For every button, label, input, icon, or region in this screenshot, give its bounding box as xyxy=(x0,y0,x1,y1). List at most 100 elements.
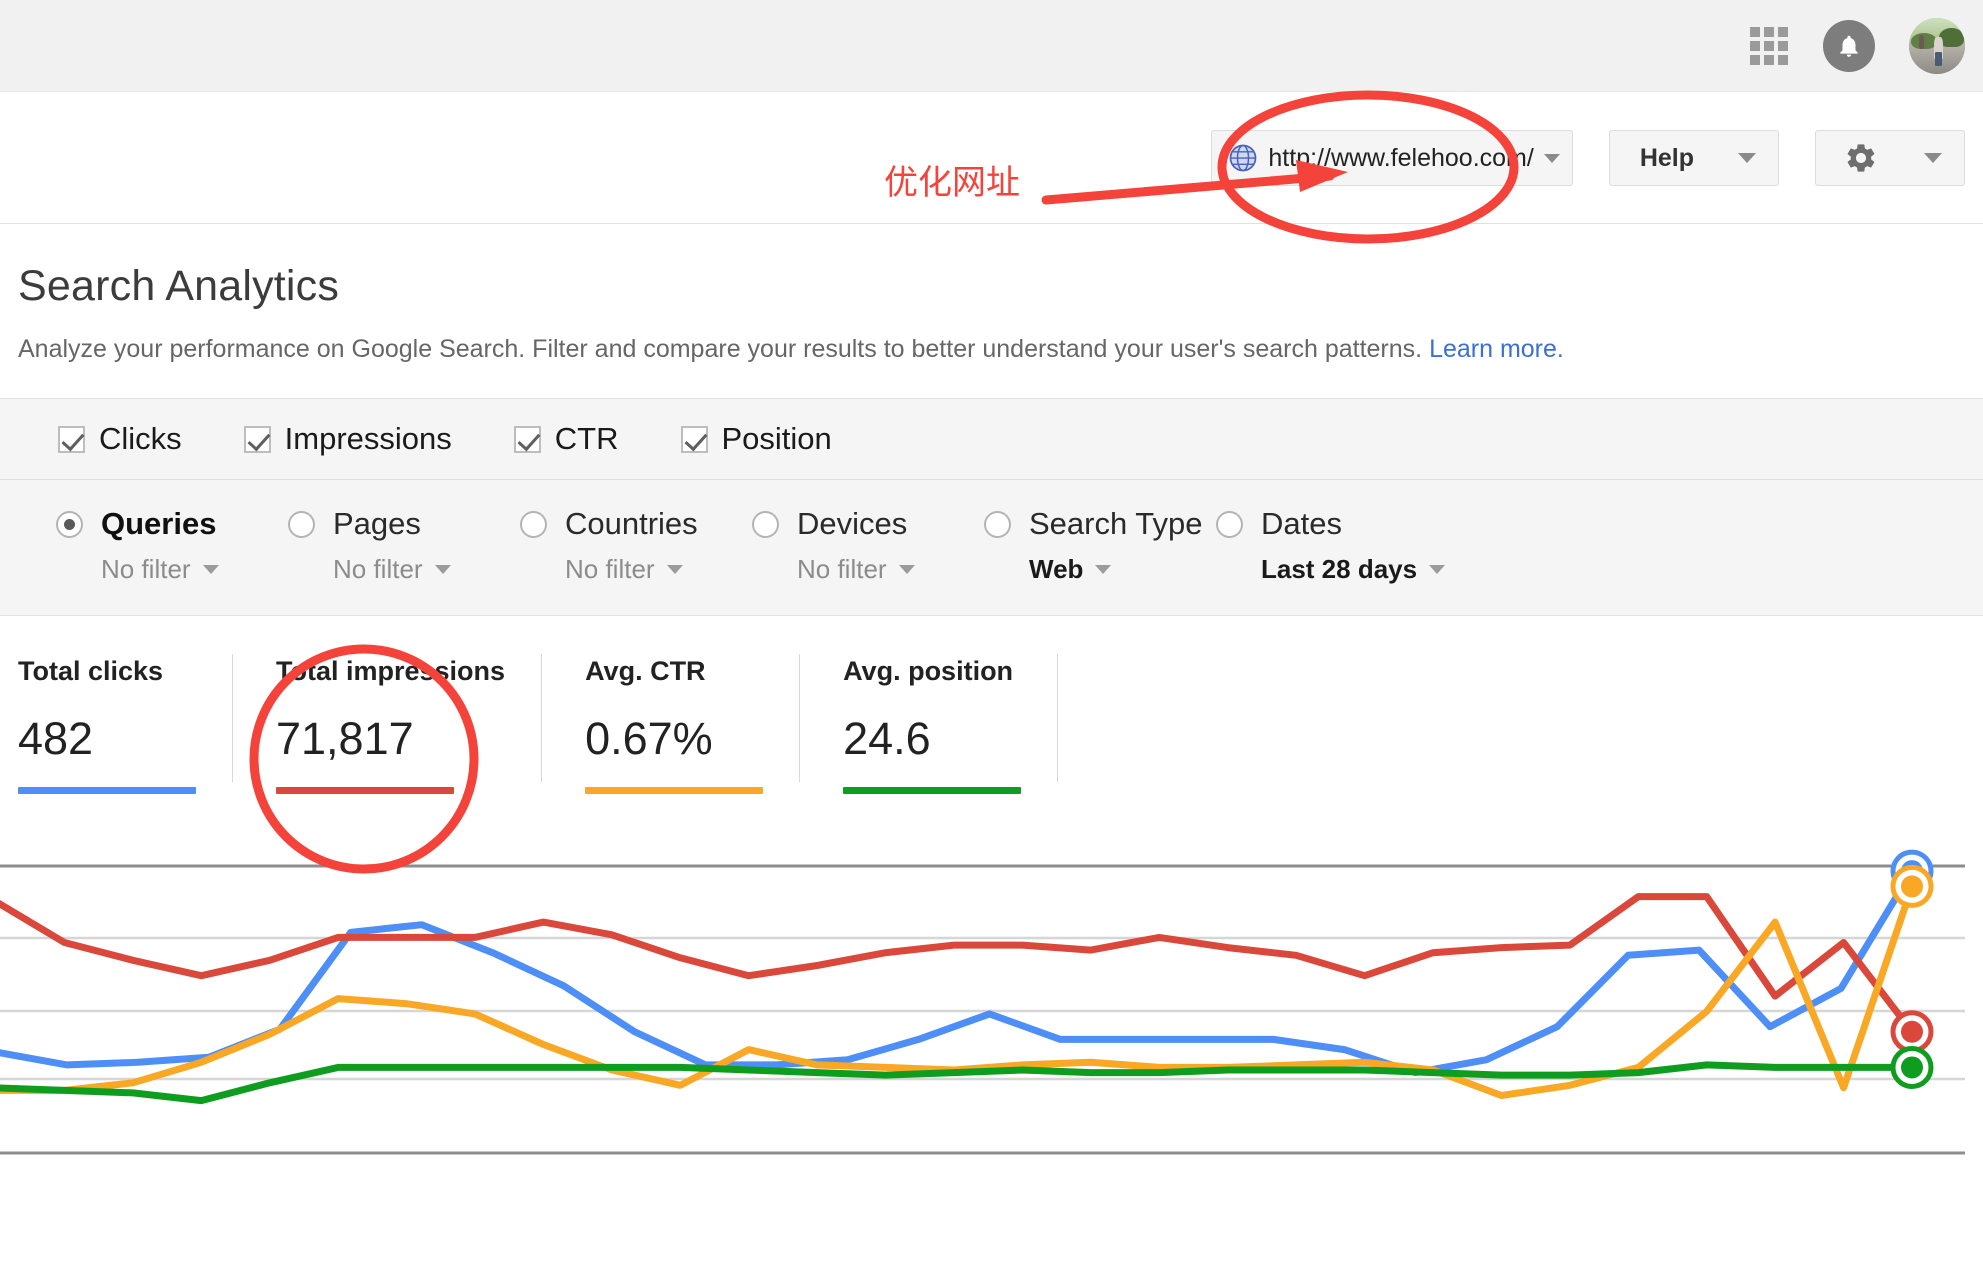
radio-queries[interactable]: Queries xyxy=(56,506,288,542)
summary-avg-ctr-value: 0.67% xyxy=(585,713,713,764)
checkbox-impressions-label: Impressions xyxy=(284,421,452,456)
filter-pages[interactable]: No filter xyxy=(333,554,520,585)
radio-unselected-icon xyxy=(288,510,315,538)
notifications-button[interactable] xyxy=(1823,20,1875,72)
filter-dates-label: Last 28 days xyxy=(1261,554,1418,584)
chart-canvas xyxy=(0,849,1965,1211)
summary-avg-position-title: Avg. position xyxy=(843,656,1014,686)
summary-total-impressions-bar xyxy=(276,787,454,794)
filter-panel: Clicks Impressions CTR Position Queries … xyxy=(0,398,1983,616)
checkbox-checked-icon xyxy=(58,425,85,453)
filter-devices-label: No filter xyxy=(797,554,887,584)
page-title: Search Analytics xyxy=(18,262,340,310)
checkbox-ctr[interactable]: CTR xyxy=(513,421,619,457)
help-label: Help xyxy=(1639,143,1694,172)
summary-total-clicks[interactable]: Total clicks 482 xyxy=(18,656,232,794)
page-description: Analyze your performance on Google Searc… xyxy=(18,311,1965,364)
gear-icon xyxy=(1847,144,1875,172)
radio-pages-label: Pages xyxy=(333,506,421,541)
checkbox-position[interactable]: Position xyxy=(680,421,832,457)
metric-summary: Total clicks 482 Total impressions 71,81… xyxy=(18,616,1965,794)
chevron-down-icon xyxy=(202,565,219,574)
chevron-down-icon xyxy=(1429,565,1446,574)
checkbox-ctr-label: CTR xyxy=(554,421,619,456)
chart-line-ctr xyxy=(0,882,1916,1099)
summary-avg-position[interactable]: Avg. position 24.6 xyxy=(799,654,1057,794)
checkbox-checked-icon xyxy=(243,425,271,453)
page-description-text: Analyze your performance on Google Searc… xyxy=(18,335,1423,363)
checkbox-checked-icon xyxy=(513,425,541,453)
summary-avg-position-bar xyxy=(843,787,1022,794)
radio-unselected-icon xyxy=(1216,510,1243,538)
summary-total-impressions-value: 71,817 xyxy=(276,713,414,764)
radio-devices-label: Devices xyxy=(797,506,908,541)
checkbox-checked-icon xyxy=(680,425,708,453)
page-content: Search Analytics Analyze your performanc… xyxy=(0,224,1983,1211)
radio-dates-label: Dates xyxy=(1261,506,1342,541)
dimension-queries: Queries No filter xyxy=(56,506,288,585)
dimension-radio-row: Queries No filter Pages No filter Countr… xyxy=(0,480,1983,615)
summary-total-impressions[interactable]: Total impressions 71,817 xyxy=(232,654,541,794)
filter-devices[interactable]: No filter xyxy=(797,554,984,585)
dimension-dates: Dates Last 28 days xyxy=(1216,506,1478,585)
radio-unselected-icon xyxy=(984,510,1011,538)
apps-grid-icon[interactable] xyxy=(1749,26,1789,66)
summary-total-clicks-title: Total clicks xyxy=(18,656,164,686)
chart-endpoint-dot-position xyxy=(1901,1056,1923,1079)
property-toolbar: http://www.felehoo.com/ Help xyxy=(0,93,1983,224)
filter-pages-label: No filter xyxy=(333,554,423,584)
summary-total-clicks-bar xyxy=(18,787,196,794)
checkbox-impressions[interactable]: Impressions xyxy=(243,421,452,457)
filter-countries-label: No filter xyxy=(565,554,655,584)
radio-countries-label: Countries xyxy=(565,506,698,541)
chevron-down-icon xyxy=(1924,153,1942,163)
summary-avg-ctr-title: Avg. CTR xyxy=(585,656,706,686)
metric-checkbox-row: Clicks Impressions CTR Position xyxy=(0,399,1983,480)
summary-avg-ctr[interactable]: Avg. CTR 0.67% xyxy=(541,654,799,794)
globe-icon xyxy=(1230,144,1257,172)
chart-line-position xyxy=(0,1061,1916,1105)
filter-countries[interactable]: No filter xyxy=(565,554,752,585)
google-topbar xyxy=(0,0,1983,92)
chevron-down-icon xyxy=(1095,565,1112,574)
radio-devices[interactable]: Devices xyxy=(752,506,984,542)
site-selector[interactable]: http://www.felehoo.com/ xyxy=(1211,130,1573,186)
filter-search-type-label: Web xyxy=(1029,554,1084,584)
checkbox-clicks[interactable]: Clicks xyxy=(58,421,182,457)
chevron-down-icon xyxy=(1543,153,1560,163)
avatar[interactable] xyxy=(1909,18,1965,74)
dimension-pages: Pages No filter xyxy=(288,506,520,585)
radio-pages[interactable]: Pages xyxy=(288,506,520,542)
learn-more-link[interactable]: Learn more. xyxy=(1429,335,1564,363)
help-button[interactable]: Help xyxy=(1608,130,1779,186)
dimension-devices: Devices No filter xyxy=(752,506,984,585)
chevron-down-icon xyxy=(434,565,451,574)
chart-endpoint-dot-impressions xyxy=(1901,1020,1923,1043)
radio-countries[interactable]: Countries xyxy=(520,506,752,542)
radio-search-type-label: Search Type xyxy=(1029,506,1203,541)
filter-queries[interactable]: No filter xyxy=(101,554,288,585)
summary-avg-position-value: 24.6 xyxy=(843,713,931,764)
toolbar-controls: http://www.felehoo.com/ Help xyxy=(1211,130,1965,186)
summary-total-impressions-title: Total impressions xyxy=(276,656,506,686)
radio-dates[interactable]: Dates xyxy=(1216,506,1478,542)
chart-endpoint-dot-ctr xyxy=(1901,875,1923,898)
chevron-down-icon xyxy=(1738,153,1756,163)
bell-icon xyxy=(1840,35,1858,57)
settings-button[interactable] xyxy=(1815,130,1965,186)
summary-divider xyxy=(1057,654,1067,794)
checkbox-clicks-label: Clicks xyxy=(99,421,182,456)
radio-search-type[interactable]: Search Type xyxy=(984,506,1216,542)
radio-unselected-icon xyxy=(520,510,547,538)
chevron-down-icon xyxy=(666,565,683,574)
radio-queries-label: Queries xyxy=(101,506,217,541)
search-analytics-chart[interactable] xyxy=(0,836,1965,1211)
dimension-countries: Countries No filter xyxy=(520,506,752,585)
site-url-label: http://www.felehoo.com/ xyxy=(1268,143,1534,172)
radio-unselected-icon xyxy=(752,510,779,538)
radio-selected-icon xyxy=(56,510,83,538)
filter-search-type[interactable]: Web xyxy=(1029,554,1216,585)
checkbox-position-label: Position xyxy=(721,421,832,456)
filter-dates[interactable]: Last 28 days xyxy=(1261,554,1478,585)
topbar-actions xyxy=(1749,0,1965,92)
